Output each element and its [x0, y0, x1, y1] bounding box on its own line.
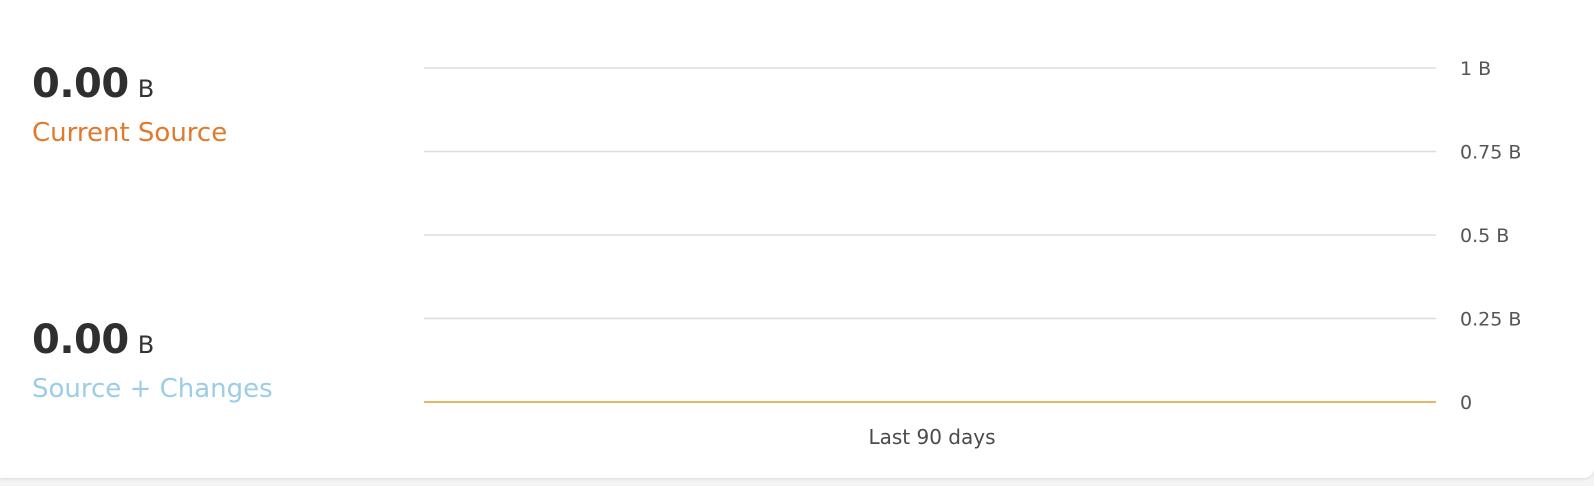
y-tick-label: 0.25 B: [1460, 309, 1521, 331]
y-axis-ticks: 1 B 0.75 B 0.5 B 0.25 B 0: [1460, 58, 1521, 414]
x-axis-label: Last 90 days: [868, 425, 995, 449]
usage-line-chart: 1 B 0.75 B 0.5 B 0.25 B 0 Last 90 days: [424, 58, 1521, 449]
y-tick-label: 0: [1460, 392, 1472, 414]
y-tick-label: 1 B: [1460, 58, 1491, 80]
y-tick-label: 0.5 B: [1460, 225, 1509, 247]
storage-usage-card: 0.00 B Current Source 0.00 B Source + Ch…: [0, 0, 1594, 478]
y-tick-label: 0.75 B: [1460, 142, 1521, 164]
grid-layer: [424, 67, 1436, 320]
